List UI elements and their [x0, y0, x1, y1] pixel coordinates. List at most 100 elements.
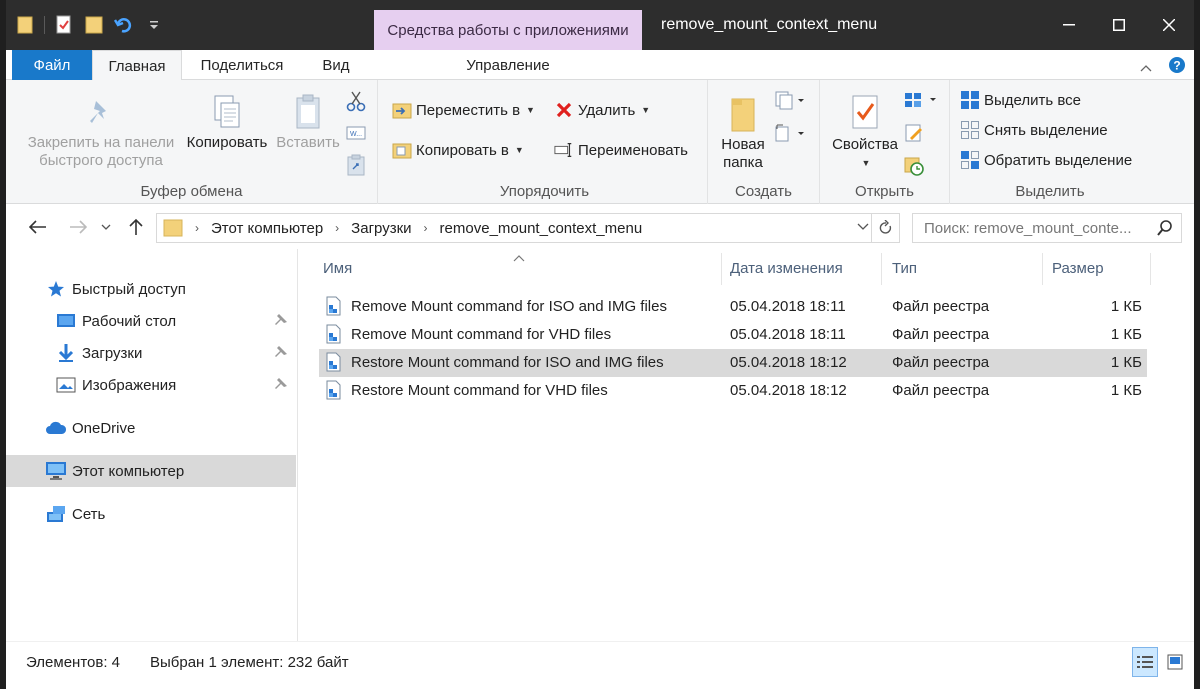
select-all-button[interactable]: Выделить все — [960, 90, 1081, 110]
copy-path-icon[interactable]: W... — [346, 125, 366, 146]
collapse-ribbon-icon[interactable] — [1140, 59, 1152, 77]
cut-icon[interactable] — [346, 90, 366, 117]
breadcrumb-downloads[interactable]: Загрузки — [351, 220, 411, 237]
title-bar: Средства работы с приложениями remove_mo… — [6, 0, 1194, 50]
new-folder-label-line1: Новая — [721, 136, 765, 153]
breadcrumb-separator-icon[interactable]: › — [335, 221, 339, 235]
status-bar: Элементов: 4 Выбран 1 элемент: 232 байт — [6, 641, 1194, 689]
help-icon[interactable]: ? — [1168, 56, 1186, 79]
search-box[interactable]: Поиск: remove_mount_conte... — [912, 213, 1182, 243]
pin-quick-access-button[interactable]: Закрепить на панели быстрого доступа — [16, 92, 186, 170]
breadcrumb-separator-icon[interactable]: › — [424, 221, 428, 235]
nav-desktop[interactable]: Рабочий стол — [6, 305, 296, 337]
delete-button[interactable]: Удалить ▼ — [554, 100, 650, 120]
back-button[interactable] — [26, 215, 50, 239]
properties-dropdown-icon: ▼ — [861, 158, 871, 168]
up-button[interactable] — [124, 215, 148, 239]
details-view-button[interactable] — [1132, 647, 1158, 677]
recent-locations-button[interactable] — [98, 215, 114, 239]
pictures-icon — [54, 373, 78, 397]
file-row-selected[interactable]: Restore Mount command for ISO and IMG fi… — [319, 349, 1147, 377]
search-input[interactable]: Поиск: remove_mount_conte... — [924, 220, 1132, 237]
folder-icon — [163, 218, 183, 238]
clipboard-icon — [272, 90, 344, 134]
nav-item-label: OneDrive — [72, 419, 136, 437]
customize-qat-icon[interactable] — [143, 14, 165, 36]
invert-selection-button[interactable]: Обратить выделение — [960, 150, 1132, 170]
properties-check-icon — [826, 90, 904, 136]
paste-button[interactable]: Вставить — [272, 90, 344, 152]
file-row[interactable]: Remove Mount command for VHD files 05.04… — [319, 321, 1147, 349]
undo-icon[interactable] — [113, 14, 135, 36]
edit-icon[interactable] — [904, 123, 940, 148]
column-size[interactable]: Размер — [1052, 260, 1104, 277]
minimize-button[interactable] — [1044, 0, 1094, 50]
column-divider[interactable] — [721, 253, 722, 285]
sort-ascending-icon — [513, 249, 525, 267]
open-with-icon[interactable] — [904, 90, 940, 115]
pin-icon[interactable] — [274, 377, 288, 395]
move-to-dropdown-icon: ▼ — [526, 105, 535, 115]
copy-to-button[interactable]: Копировать в ▼ — [392, 140, 524, 160]
pin-icon[interactable] — [274, 345, 288, 363]
large-icons-view-button[interactable] — [1162, 647, 1188, 677]
column-type[interactable]: Тип — [892, 260, 917, 277]
invert-selection-label: Обратить выделение — [984, 151, 1133, 169]
group-select: Выделить все Снять выделение Обратить вы… — [950, 80, 1150, 204]
file-date: 05.04.2018 18:12 — [730, 382, 847, 399]
nav-this-pc[interactable]: Этот компьютер — [6, 455, 296, 487]
column-name[interactable]: Имя — [323, 260, 352, 277]
nav-item-label: Рабочий стол — [82, 312, 177, 330]
column-divider[interactable] — [881, 253, 882, 285]
new-small-tools — [774, 90, 808, 148]
properties-button[interactable]: Свойства ▼ — [826, 90, 904, 172]
new-item-icon[interactable] — [774, 90, 808, 115]
nav-pictures[interactable]: Изображения — [6, 369, 296, 401]
tab-home[interactable]: Главная — [92, 50, 182, 81]
move-to-label: Переместить в — [416, 101, 521, 119]
new-folder-icon[interactable] — [83, 14, 105, 36]
properties-icon[interactable] — [53, 14, 75, 36]
tab-file[interactable]: Файл — [12, 50, 92, 80]
rename-button[interactable]: Переименовать — [554, 140, 688, 160]
history-icon[interactable] — [904, 156, 940, 181]
column-date-modified[interactable]: Дата изменения — [730, 260, 843, 277]
copy-button[interactable]: Копировать — [182, 90, 272, 152]
quick-access-toolbar — [14, 14, 165, 36]
window-title: remove_mount_context_menu — [661, 16, 878, 33]
file-size: 1 КБ — [1110, 354, 1142, 371]
select-none-button[interactable]: Снять выделение — [960, 120, 1108, 140]
search-icon — [1157, 219, 1173, 241]
move-to-button[interactable]: Переместить в ▼ — [392, 100, 535, 120]
close-button[interactable] — [1144, 0, 1194, 50]
easy-access-icon[interactable] — [774, 123, 808, 148]
pin-icon[interactable] — [274, 313, 288, 331]
column-divider[interactable] — [1150, 253, 1151, 285]
new-folder-button[interactable]: Новая папка — [712, 92, 774, 172]
maximize-button[interactable] — [1094, 0, 1144, 50]
tab-manage[interactable]: Управление — [374, 50, 642, 80]
file-type: Файл реестра — [892, 326, 990, 343]
tab-view[interactable]: Вид — [306, 50, 366, 80]
computer-icon — [44, 459, 68, 483]
copy-label: Копировать — [186, 134, 268, 151]
file-row[interactable]: Remove Mount command for ISO and IMG fil… — [319, 293, 1147, 321]
address-history-dropdown-icon[interactable] — [857, 220, 869, 234]
column-divider[interactable] — [1042, 253, 1043, 285]
nav-quick-access[interactable]: Быстрый доступ — [6, 273, 296, 305]
nav-downloads[interactable]: Загрузки — [6, 337, 296, 369]
nav-network[interactable]: Сеть — [6, 498, 296, 530]
properties-label: Свойства — [832, 136, 898, 153]
address-bar[interactable]: › Этот компьютер › Загрузки › remove_mou… — [156, 213, 900, 243]
file-row[interactable]: Restore Mount command for VHD files 05.0… — [319, 377, 1147, 405]
nav-onedrive[interactable]: OneDrive — [6, 412, 296, 444]
paste-shortcut-icon[interactable] — [346, 154, 366, 181]
refresh-button[interactable] — [871, 214, 899, 242]
breadcrumb-this-pc[interactable]: Этот компьютер — [211, 220, 323, 237]
breadcrumb-current-folder[interactable]: remove_mount_context_menu — [440, 220, 643, 237]
file-list: Имя Дата изменения Тип Размер Remove Mou… — [299, 249, 1194, 641]
breadcrumb-separator-icon[interactable]: › — [195, 221, 199, 235]
forward-button[interactable] — [66, 215, 90, 239]
tab-share[interactable]: Поделиться — [186, 50, 298, 80]
group-clipboard: Закрепить на панели быстрого доступа Коп… — [6, 80, 378, 204]
